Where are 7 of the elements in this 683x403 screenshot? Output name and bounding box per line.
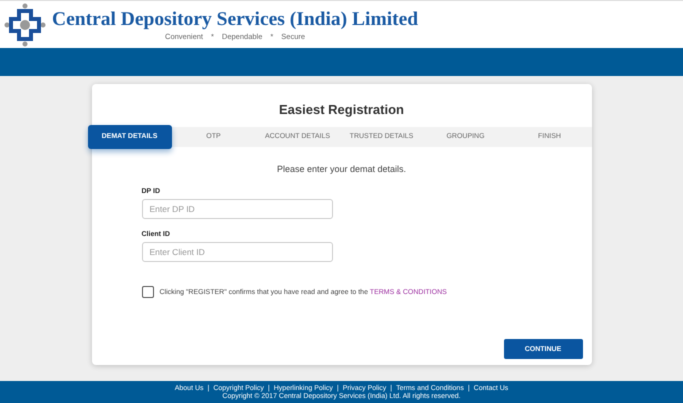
- prompt-text: Please enter your demat details.: [276, 164, 408, 174]
- input-field[interactable]: Enter DP ID: [142, 199, 332, 219]
- input-field[interactable]: Enter Client ID: [142, 242, 332, 262]
- card-title: Easiest Registration: [278, 102, 405, 117]
- company-name: Central Depository Services (India) Limited: [52, 8, 418, 30]
- consent-checkbox[interactable]: [142, 286, 154, 298]
- logo-icon: [4, 2, 46, 46]
